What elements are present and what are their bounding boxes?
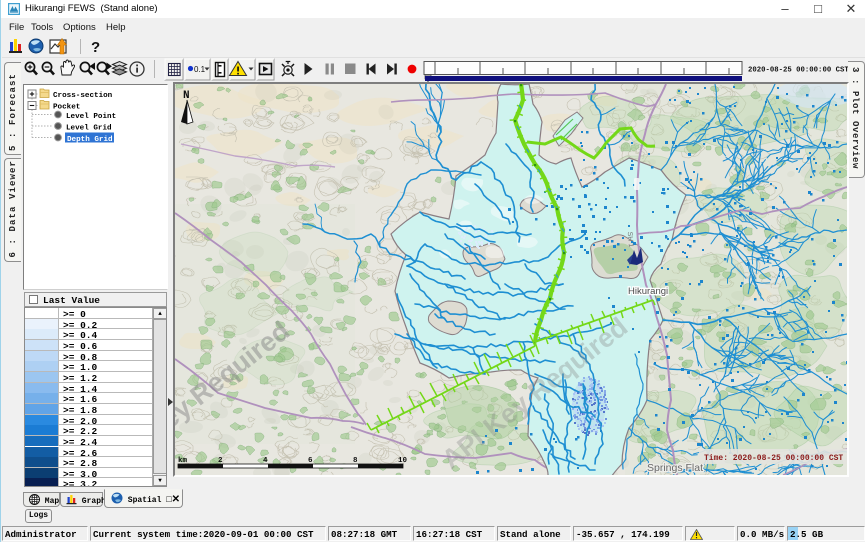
svg-text:Springs Flat: Springs Flat	[647, 462, 703, 474]
svg-text:Level Grid: Level Grid	[66, 125, 112, 133]
svg-text:Time: 2020-08-25 00:00:00 CST: Time: 2020-08-25 00:00:00 CST	[704, 454, 843, 463]
svg-text:10: 10	[398, 457, 408, 465]
svg-text:Depth Grid: Depth Grid	[67, 136, 113, 144]
svg-text:8: 8	[353, 457, 358, 465]
svg-text:0.1: 0.1	[194, 65, 206, 74]
svg-text:2020-08-25 00:00:00 CST: 2020-08-25 00:00:00 CST	[748, 67, 849, 75]
svg-text:Pocket: Pocket	[53, 104, 80, 112]
svg-text:4: 4	[263, 457, 268, 465]
svg-text:km: km	[178, 457, 188, 465]
svg-text:6: 6	[308, 457, 313, 465]
svg-text:Hikurangi: Hikurangi	[628, 286, 668, 297]
svg-text:Cross-section: Cross-section	[53, 92, 113, 100]
svg-text:Level Point: Level Point	[66, 113, 116, 121]
svg-text:N: N	[183, 90, 190, 102]
svg-text:2: 2	[218, 457, 223, 465]
svg-text:SH 1: SH 1	[626, 231, 634, 247]
